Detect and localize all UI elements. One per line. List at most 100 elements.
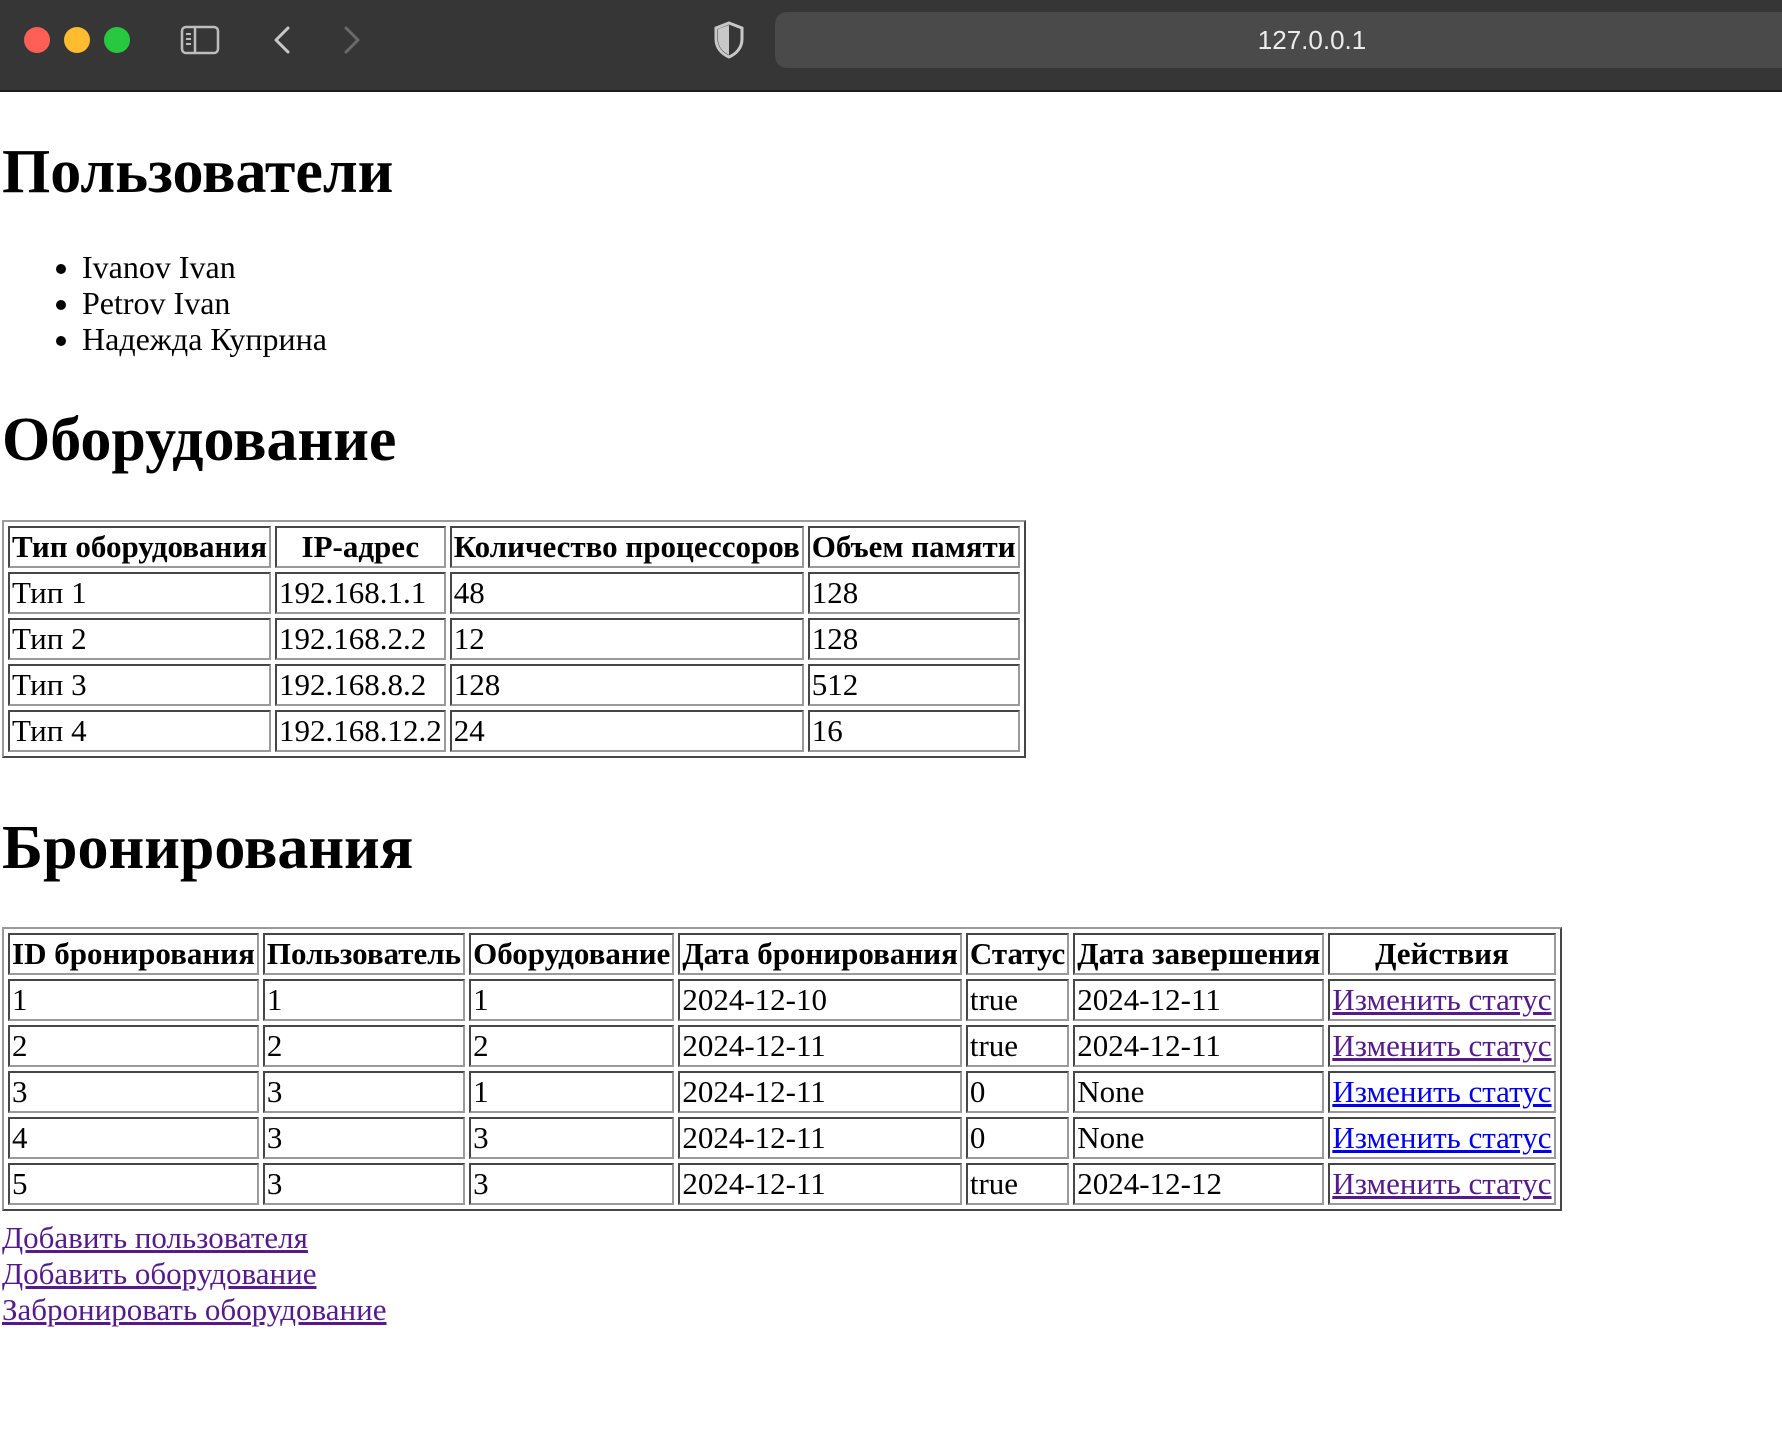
table-cell: 1 bbox=[8, 979, 259, 1021]
add-user-link[interactable]: Добавить пользователя bbox=[2, 1220, 386, 1256]
bookings-table: ID бронирования Пользователь Оборудовани… bbox=[2, 927, 1562, 1211]
table-cell: 128 bbox=[807, 572, 1020, 614]
list-item: Ivanov Ivan bbox=[82, 249, 327, 285]
change-status-link[interactable]: Изменить статус bbox=[1332, 1120, 1551, 1155]
table-cell: 2024-12-11 bbox=[678, 1071, 962, 1113]
column-header: Оборудование bbox=[469, 933, 675, 975]
table-cell: Изменить статус bbox=[1328, 1025, 1556, 1067]
table-header-row: Тип оборудования IP-адрес Количество про… bbox=[8, 526, 1020, 568]
table-cell: 2 bbox=[262, 1025, 466, 1067]
table-row: 5 3 3 2024-12-11 true 2024-12-12 Изменит… bbox=[8, 1163, 1556, 1205]
column-header: Тип оборудования bbox=[8, 526, 271, 568]
table-row: 1 1 1 2024-12-10 true 2024-12-11 Изменит… bbox=[8, 979, 1556, 1021]
table-cell: None bbox=[1073, 1117, 1325, 1159]
table-cell: Тип 4 bbox=[8, 710, 271, 752]
table-row: Тип 3 192.168.8.2 128 512 bbox=[8, 664, 1020, 706]
table-cell: 2024-12-11 bbox=[678, 1117, 962, 1159]
table-cell: 5 bbox=[8, 1163, 259, 1205]
table-cell: Изменить статус bbox=[1328, 1071, 1556, 1113]
table-cell: 0 bbox=[965, 1117, 1070, 1159]
users-list: Ivanov Ivan Petrov Ivan Надежда Куприна bbox=[0, 249, 327, 357]
table-cell: 3 bbox=[469, 1117, 675, 1159]
change-status-link[interactable]: Изменить статус bbox=[1332, 1028, 1551, 1063]
table-cell: 192.168.1.1 bbox=[275, 572, 446, 614]
column-header: IP-адрес bbox=[275, 526, 446, 568]
table-cell: Изменить статус bbox=[1328, 979, 1556, 1021]
table-cell: 3 bbox=[8, 1071, 259, 1113]
table-cell: 3 bbox=[262, 1071, 466, 1113]
table-cell: 2024-12-11 bbox=[678, 1163, 962, 1205]
address-bar[interactable]: 127.0.0.1 bbox=[775, 12, 1782, 68]
table-cell: true bbox=[965, 1163, 1070, 1205]
table-row: Тип 4 192.168.12.2 24 16 bbox=[8, 710, 1020, 752]
change-status-link[interactable]: Изменить статус bbox=[1332, 1166, 1551, 1201]
table-cell: 2024-12-11 bbox=[1073, 979, 1325, 1021]
table-cell: 0 bbox=[965, 1071, 1070, 1113]
table-cell: true bbox=[965, 979, 1070, 1021]
back-arrow-icon[interactable] bbox=[268, 22, 298, 58]
table-cell: 192.168.8.2 bbox=[275, 664, 446, 706]
minimize-window-button[interactable] bbox=[64, 27, 90, 53]
equipment-heading: Оборудование bbox=[2, 406, 397, 474]
table-cell: 3 bbox=[262, 1117, 466, 1159]
table-cell: 2024-12-11 bbox=[1073, 1025, 1325, 1067]
table-cell: Изменить статус bbox=[1328, 1163, 1556, 1205]
table-cell: Изменить статус bbox=[1328, 1117, 1556, 1159]
list-item: Надежда Куприна bbox=[82, 321, 327, 357]
bookings-heading: Бронирования bbox=[2, 814, 414, 882]
url-text: 127.0.0.1 bbox=[1257, 25, 1367, 55]
table-cell: 192.168.12.2 bbox=[275, 710, 446, 752]
add-equipment-link[interactable]: Добавить оборудование bbox=[2, 1256, 386, 1292]
table-cell: 192.168.2.2 bbox=[275, 618, 446, 660]
column-header: ID бронирования bbox=[8, 933, 259, 975]
list-item: Petrov Ivan bbox=[82, 285, 327, 321]
table-cell: 512 bbox=[807, 664, 1020, 706]
book-equipment-link[interactable]: Забронировать оборудование bbox=[2, 1292, 386, 1328]
table-cell: 1 bbox=[262, 979, 466, 1021]
table-cell: true bbox=[965, 1025, 1070, 1067]
shield-icon[interactable] bbox=[712, 20, 746, 60]
table-header-row: ID бронирования Пользователь Оборудовани… bbox=[8, 933, 1556, 975]
table-cell: 128 bbox=[807, 618, 1020, 660]
table-cell: 24 bbox=[449, 710, 804, 752]
table-cell: Тип 1 bbox=[8, 572, 271, 614]
table-cell: 128 bbox=[449, 664, 804, 706]
equipment-table: Тип оборудования IP-адрес Количество про… bbox=[2, 520, 1026, 758]
close-window-button[interactable] bbox=[24, 27, 50, 53]
column-header: Дата завершения bbox=[1073, 933, 1325, 975]
change-status-link[interactable]: Изменить статус bbox=[1332, 1074, 1551, 1109]
sidebar-toggle-icon[interactable] bbox=[180, 24, 220, 56]
change-status-link[interactable]: Изменить статус bbox=[1332, 982, 1551, 1017]
table-row: Тип 1 192.168.1.1 48 128 bbox=[8, 572, 1020, 614]
table-cell: 1 bbox=[469, 979, 675, 1021]
column-header: Объем памяти bbox=[807, 526, 1020, 568]
table-cell: Тип 2 bbox=[8, 618, 271, 660]
table-row: Тип 2 192.168.2.2 12 128 bbox=[8, 618, 1020, 660]
table-cell: 3 bbox=[469, 1163, 675, 1205]
users-heading: Пользователи bbox=[2, 138, 394, 206]
table-row: 3 3 1 2024-12-11 0 None Изменить статус bbox=[8, 1071, 1556, 1113]
table-cell: None bbox=[1073, 1071, 1325, 1113]
table-cell: 12 bbox=[449, 618, 804, 660]
browser-toolbar: 127.0.0.1 bbox=[0, 0, 1782, 92]
zoom-window-button[interactable] bbox=[104, 27, 130, 53]
column-header: Пользователь bbox=[262, 933, 466, 975]
table-row: 4 3 3 2024-12-11 0 None Изменить статус bbox=[8, 1117, 1556, 1159]
table-cell: 4 bbox=[8, 1117, 259, 1159]
column-header: Статус bbox=[965, 933, 1070, 975]
table-cell: 2 bbox=[469, 1025, 675, 1067]
table-cell: 48 bbox=[449, 572, 804, 614]
column-header: Количество процессоров bbox=[449, 526, 804, 568]
table-cell: Тип 3 bbox=[8, 664, 271, 706]
table-cell: 16 bbox=[807, 710, 1020, 752]
column-header: Дата бронирования bbox=[678, 933, 962, 975]
table-cell: 2024-12-11 bbox=[678, 1025, 962, 1067]
table-cell: 2 bbox=[8, 1025, 259, 1067]
table-cell: 1 bbox=[469, 1071, 675, 1113]
table-cell: 2024-12-12 bbox=[1073, 1163, 1325, 1205]
table-cell: 3 bbox=[262, 1163, 466, 1205]
forward-arrow-icon[interactable] bbox=[336, 22, 366, 58]
table-row: 2 2 2 2024-12-11 true 2024-12-11 Изменит… bbox=[8, 1025, 1556, 1067]
table-cell: 2024-12-10 bbox=[678, 979, 962, 1021]
bottom-links: Добавить пользователя Добавить оборудова… bbox=[2, 1220, 386, 1328]
